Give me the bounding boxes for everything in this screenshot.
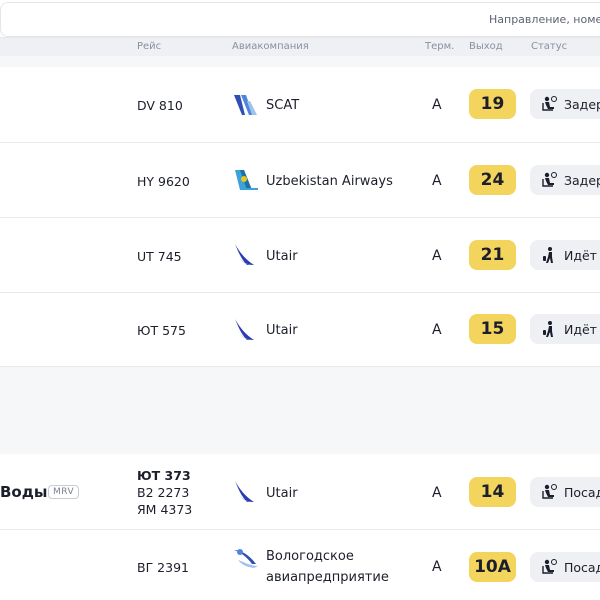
gate-badge: 10А	[469, 552, 516, 582]
table-row[interactable]: DV 810 SCAT A 19 Задер	[0, 67, 600, 143]
flight-number: ВГ 2391	[137, 560, 189, 575]
scat-logo-icon	[234, 95, 257, 115]
status-pill[interactable]: Идёт	[530, 240, 600, 270]
header-airline: Авиакомпания	[232, 41, 309, 52]
status-pill[interactable]: Посад	[530, 477, 600, 507]
header-gate: Выход	[469, 41, 503, 52]
gate-badge: 19	[469, 89, 516, 119]
status-text: Идёт	[564, 248, 597, 263]
utair-logo-icon	[235, 244, 256, 265]
status-text: Посад	[564, 485, 600, 500]
walking-passenger-icon	[543, 321, 553, 337]
status-pill[interactable]: Идёт	[530, 314, 600, 344]
search-placeholder: Направление, номер	[489, 13, 600, 26]
waiting-passenger-icon	[542, 484, 557, 499]
status-text: Задер	[564, 97, 600, 112]
header-status: Статус	[531, 41, 568, 52]
table-row[interactable]: Воды MRV ЮТ 373 В2 2273 ЯМ 4373 Utair A …	[0, 454, 600, 530]
vologda-logo-icon	[234, 549, 258, 568]
status-text: Задер	[564, 173, 600, 188]
utair-logo-icon	[235, 319, 256, 340]
gate-badge: 15	[469, 314, 516, 344]
terminal: A	[432, 559, 442, 575]
flight-number: ЮТ 575	[137, 323, 186, 338]
flight-number: DV 810	[137, 98, 183, 113]
airline-name: Uzbekistan Airways	[266, 174, 393, 189]
table-row[interactable]: ЮТ 575 Utair A 15 Идёт	[0, 293, 600, 367]
airline-name: Utair	[266, 249, 298, 264]
destination-city: Воды	[0, 483, 48, 501]
table-row[interactable]: UT 745 Utair A 21 Идёт	[0, 218, 600, 293]
walking-passenger-icon	[543, 247, 553, 263]
status-pill[interactable]: Посад	[530, 552, 600, 582]
status-pill[interactable]: Задер	[530, 89, 600, 119]
flight-number: ЮТ 373	[137, 468, 191, 483]
header-terminal: Терм.	[425, 41, 455, 52]
waiting-passenger-icon	[542, 172, 557, 187]
status-pill[interactable]: Задер	[530, 165, 600, 195]
airline-name: SCAT	[266, 98, 300, 113]
table-row[interactable]: HY 9620 Uzbekistan Airways A 24 Задер	[0, 143, 600, 218]
terminal: A	[432, 97, 442, 113]
terminal: A	[432, 485, 442, 501]
airline-name: авиапредприятие	[266, 570, 389, 585]
gate-badge: 21	[469, 240, 516, 270]
utair-logo-icon	[235, 481, 256, 502]
section-gap	[0, 367, 600, 453]
table-header: Рейс Авиакомпания Терм. Выход Статус	[0, 38, 600, 56]
iata-code-badge: MRV	[48, 485, 80, 499]
terminal: A	[432, 248, 442, 264]
uzbekistan-airways-logo-icon	[235, 170, 258, 190]
flight-number: UT 745	[137, 249, 182, 264]
gate-badge: 14	[469, 477, 516, 507]
flight-number: ЯМ 4373	[137, 502, 193, 517]
gate-badge: 24	[469, 165, 516, 195]
waiting-passenger-icon	[542, 96, 557, 111]
terminal: A	[432, 322, 442, 338]
status-text: Посад	[564, 560, 600, 575]
waiting-passenger-icon	[542, 559, 557, 574]
status-text: Идёт	[564, 322, 597, 337]
airline-name: Utair	[266, 323, 298, 338]
table-row[interactable]: ВГ 2391 Вологодское авиапредприятие A 10…	[0, 530, 600, 600]
header-flight: Рейс	[137, 41, 162, 52]
flight-number: В2 2273	[137, 485, 190, 500]
airline-name: Utair	[266, 486, 298, 501]
flight-number: HY 9620	[137, 174, 190, 189]
top-bar: Направление, номер	[0, 0, 600, 38]
airline-name: Вологодское	[266, 549, 354, 564]
terminal: A	[432, 173, 442, 189]
